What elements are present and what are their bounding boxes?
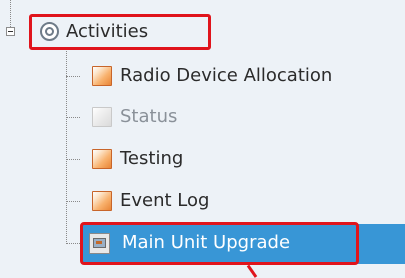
tree-connector	[66, 243, 80, 244]
tree-connector-children	[66, 48, 67, 244]
tree-item-label: Event Log	[120, 190, 210, 211]
tree-item-label: Testing	[120, 148, 184, 169]
tree-connector-top	[10, 0, 11, 27]
tree-connector	[66, 117, 80, 118]
highlight-box-main-unit-upgrade	[80, 222, 359, 265]
tree-connector	[66, 76, 80, 77]
activities-tree: Activities Radio Device Allocation Statu…	[0, 0, 405, 278]
tree-connector	[66, 159, 80, 160]
tree-item-label: Status	[120, 106, 178, 127]
tree-item-label: Radio Device Allocation	[120, 65, 333, 86]
activity-icon	[92, 191, 112, 211]
highlight-box-activities	[29, 14, 211, 50]
activity-icon	[92, 149, 112, 169]
annotation-arrow	[246, 264, 258, 278]
tree-connector	[66, 201, 80, 202]
collapse-toggle[interactable]	[6, 27, 15, 36]
activity-icon	[92, 107, 112, 127]
activity-icon	[92, 66, 112, 86]
